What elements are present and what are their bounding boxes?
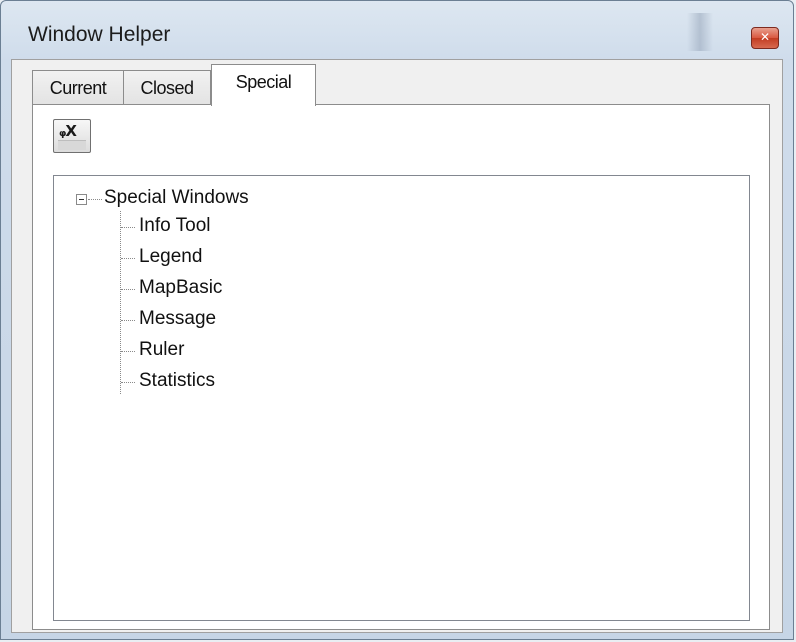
- tree-item-label[interactable]: Ruler: [139, 339, 184, 361]
- tree-connector: [121, 227, 135, 228]
- tree-item-label[interactable]: Info Tool: [139, 215, 210, 237]
- tree-connector: [88, 199, 102, 200]
- glass-reflection: [687, 13, 713, 51]
- tab-current-label: Current: [49, 78, 107, 98]
- special-tab-panel: ᵩX Special Windows Info Tool Legend MapB…: [32, 104, 770, 630]
- title-bar[interactable]: Window Helper ✕: [1, 1, 793, 59]
- tree-connector: [121, 258, 135, 259]
- tab-special[interactable]: Special: [211, 64, 316, 106]
- tab-closed-label: Closed: [140, 78, 194, 98]
- unpin-close-icon: ᵩX: [59, 122, 77, 140]
- tab-special-label: Special: [235, 72, 292, 92]
- close-button[interactable]: ✕: [751, 27, 779, 49]
- unpin-close-button[interactable]: ᵩX: [53, 119, 91, 153]
- tree-vertical-connector: [120, 211, 121, 394]
- tree-item-label[interactable]: Message: [139, 308, 216, 330]
- tab-closed[interactable]: Closed: [123, 70, 211, 104]
- tab-current[interactable]: Current: [32, 70, 124, 104]
- window-title: Window Helper: [28, 23, 171, 46]
- tree-item-label[interactable]: Legend: [139, 246, 202, 268]
- button-bar-decoration: [58, 140, 86, 150]
- tree-item-label[interactable]: Statistics: [139, 370, 215, 392]
- tree-item-label[interactable]: MapBasic: [139, 277, 222, 299]
- window-helper-window: Window Helper ✕ Current Closed Special ᵩ…: [0, 0, 794, 640]
- tree-connector: [121, 289, 135, 290]
- collapse-icon[interactable]: [76, 194, 87, 205]
- tree-root-label[interactable]: Special Windows: [104, 187, 249, 209]
- tree-connector: [121, 382, 135, 383]
- close-icon: ✕: [759, 30, 771, 44]
- tree-connector: [121, 320, 135, 321]
- tree-connector: [121, 351, 135, 352]
- special-windows-tree[interactable]: Special Windows Info Tool Legend MapBasi…: [53, 175, 750, 621]
- client-area: Current Closed Special ᵩX Special Window…: [11, 59, 783, 633]
